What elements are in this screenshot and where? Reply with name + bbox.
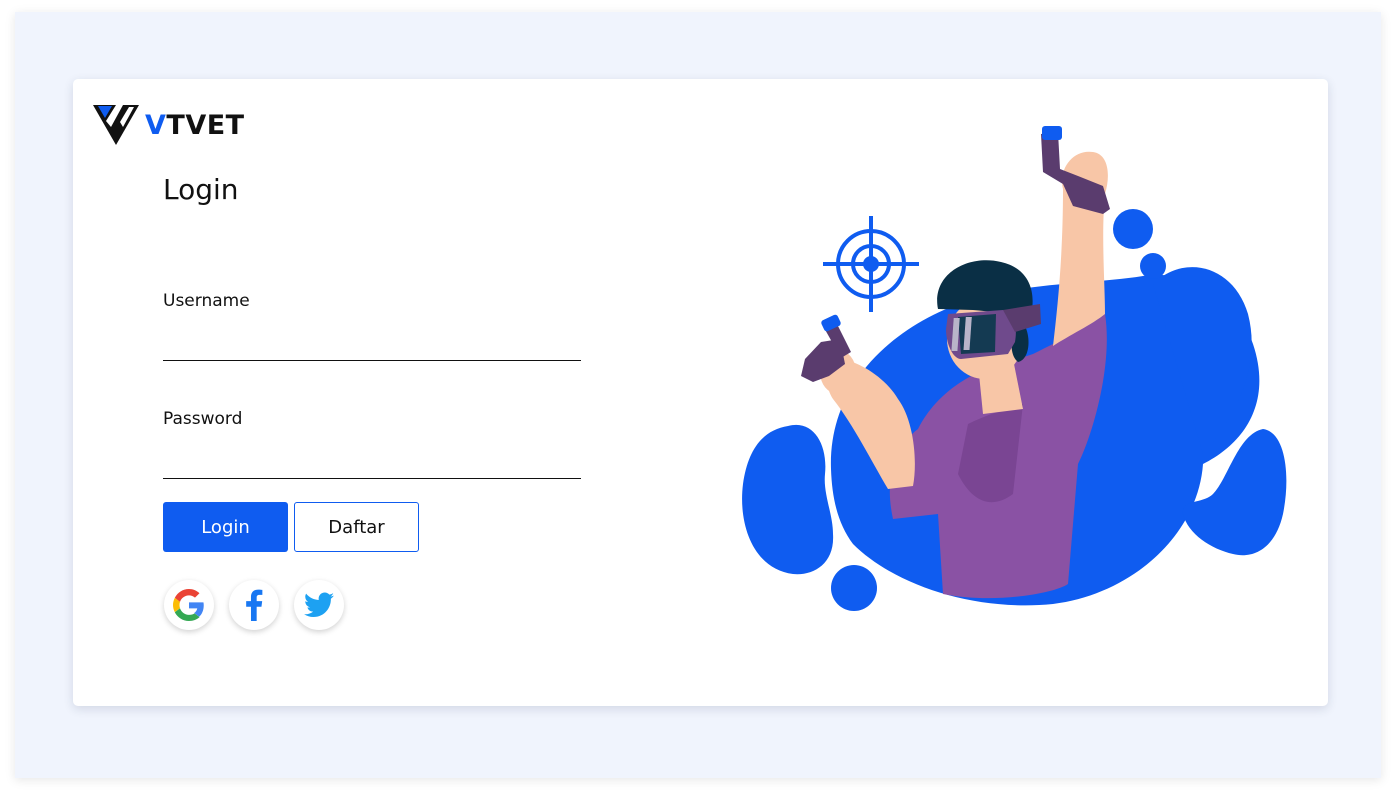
password-label: Password [163, 409, 243, 429]
vr-player-illustration [742, 126, 1287, 611]
username-input[interactable] [163, 322, 581, 361]
register-button[interactable]: Daftar [294, 502, 419, 552]
login-card: VTVET Login Username Password Login Daft… [73, 79, 1328, 706]
brand-initial: V [145, 109, 167, 141]
password-input[interactable] [163, 440, 581, 479]
google-login-button[interactable] [164, 580, 214, 630]
facebook-login-button[interactable] [229, 580, 279, 630]
brand-logo-group: VTVET [93, 105, 245, 145]
facebook-icon [246, 589, 263, 621]
username-label: Username [163, 291, 250, 311]
brand-rest: TVET [166, 109, 245, 141]
vtvet-logo-icon [93, 105, 139, 145]
page-title: Login [163, 173, 239, 206]
brand-name: VTVET [145, 110, 245, 141]
twitter-login-button[interactable] [294, 580, 344, 630]
login-button[interactable]: Login [163, 502, 288, 552]
google-icon [173, 589, 204, 621]
twitter-icon [304, 592, 334, 617]
